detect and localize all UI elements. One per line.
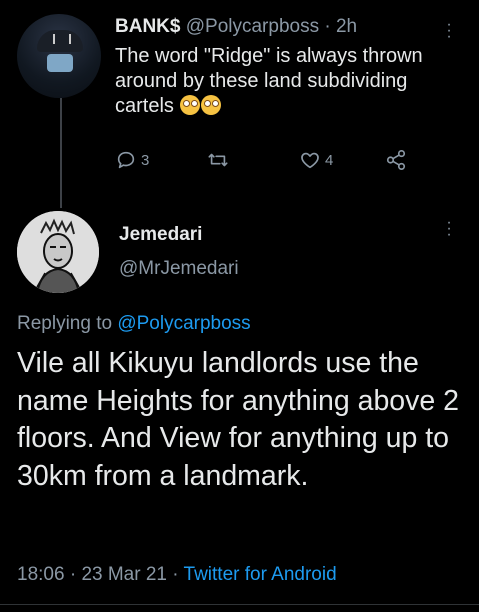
more-icon[interactable]: · · · [443,215,455,243]
replying-to-line: Replying to @Polycarpboss [17,313,251,335]
divider [0,604,479,605]
parent-time[interactable]: 2h [336,16,357,37]
like-icon [301,152,319,169]
tweet-date: 23 Mar 21 [81,564,167,585]
replying-prefix: Replying to [17,313,113,334]
like-count: 4 [325,151,334,169]
rolling-eyes-emoji-icon [201,95,222,115]
reply-button[interactable]: 3 [115,148,149,172]
thread-connector-line [60,98,62,208]
meta-separator: · [172,564,179,585]
share-button[interactable] [385,148,407,172]
retweet-icon [208,153,228,167]
tweet-time: 18:06 [17,564,65,585]
tweet-actions: 3 4 [115,148,415,172]
cap-logo [53,34,71,44]
parent-separator: · [324,16,331,37]
tweet-meta: 18:06 · 23 Mar 21 · Twitter for Android [17,564,337,586]
avatar[interactable] [17,211,99,293]
main-handle[interactable]: @MrJemedari [119,258,239,280]
parent-handle[interactable]: @Polycarpboss [186,16,319,37]
like-button[interactable]: 4 [299,148,333,172]
parent-tweet-text: The word "Ridge" is always thrown around… [115,44,445,119]
meta-separator: · [69,564,77,585]
retweet-button[interactable] [207,148,229,172]
rolling-eyes-emoji-icon [180,95,201,115]
main-tweet-text: Vile all Kikuyu landlords use the name H… [17,347,460,492]
replying-to-link[interactable]: @Polycarpboss [117,313,250,334]
parent-tweet-body: The word "Ridge" is always thrown around… [115,45,423,117]
sketch-portrait-icon [17,211,99,293]
parent-tweet-header: BANK$ @Polycarpboss · 2h [115,16,357,38]
parent-display-name[interactable]: BANK$ [115,16,180,37]
main-display-name[interactable]: Jemedari [119,224,202,246]
avatar[interactable] [17,14,101,98]
tweet-source-link[interactable]: Twitter for Android [184,564,337,585]
share-icon [386,150,406,170]
more-icon[interactable]: · · · [443,17,455,45]
face-mask-shape [47,54,73,72]
reply-icon [117,151,135,169]
reply-count: 3 [141,151,150,169]
